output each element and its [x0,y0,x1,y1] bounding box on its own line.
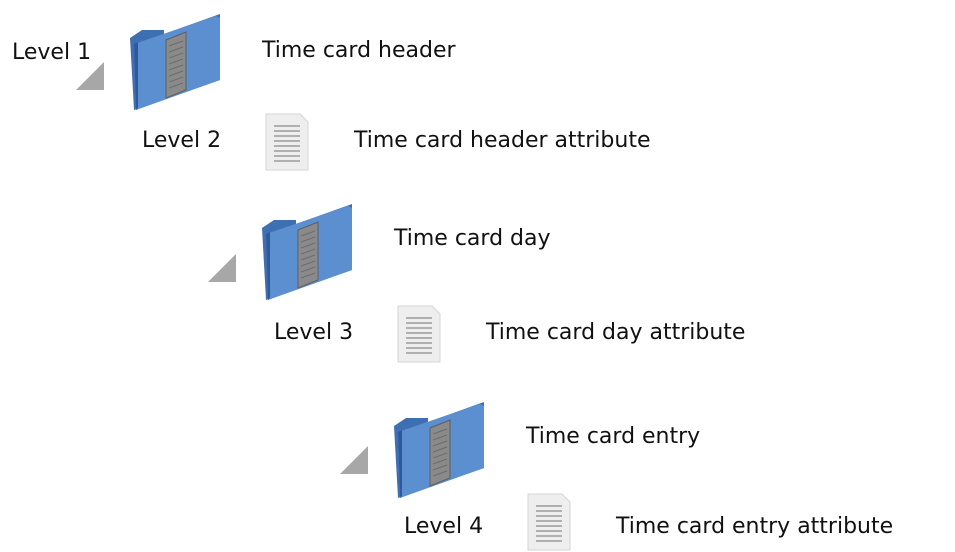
time-card-header-attribute-label: Time card header attribute [354,128,651,153]
time-card-day-label: Time card day [394,226,551,251]
document-icon[interactable] [396,304,442,364]
folder-icon[interactable] [128,10,224,110]
folder-icon[interactable] [260,200,356,300]
level-4-label: Level 4 [404,514,484,539]
time-card-entry-attribute-label: Time card entry attribute [616,514,894,539]
document-icon[interactable] [526,492,572,552]
document-icon[interactable] [264,112,310,172]
time-card-entry-label: Time card entry [526,424,701,449]
expand-triangle-icon[interactable] [208,254,236,282]
expand-triangle-icon[interactable] [76,62,104,90]
time-card-day-attribute-label: Time card day attribute [486,320,746,345]
level-2-label: Level 2 [142,128,222,153]
level-3-label: Level 3 [274,320,354,345]
expand-triangle-icon[interactable] [340,446,368,474]
time-card-header-label: Time card header [262,38,456,63]
folder-icon[interactable] [392,398,488,498]
